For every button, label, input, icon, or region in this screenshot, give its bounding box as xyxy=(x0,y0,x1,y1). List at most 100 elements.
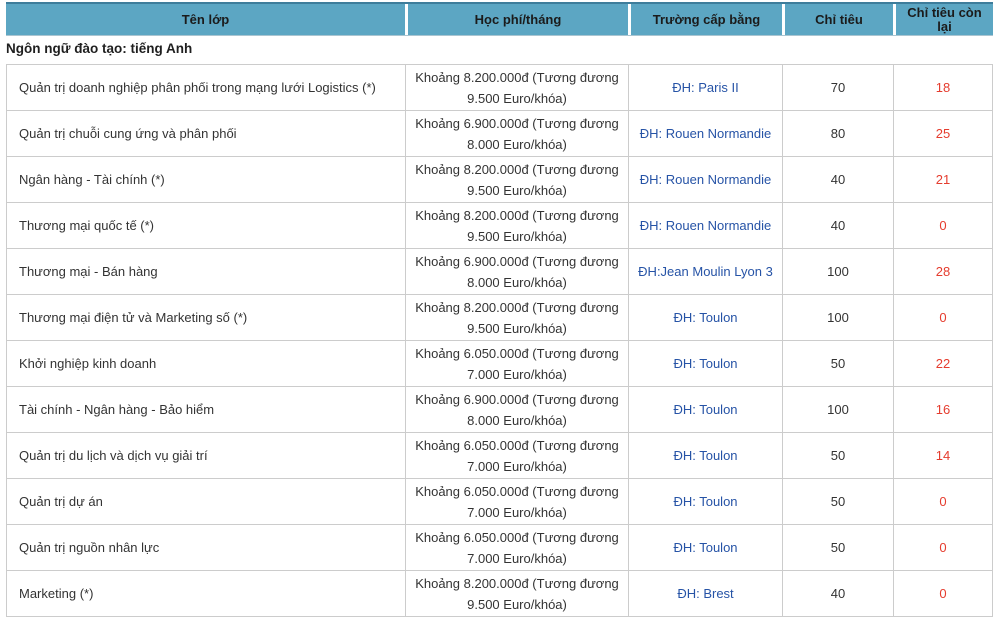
tuition-line2: 7.000 Euro/khóa) xyxy=(467,548,567,569)
table-row: Khởi nghiệp kinh doanh Khoảng 6.050.000đ… xyxy=(6,341,993,387)
table-row: Quản trị chuỗi cung ứng và phân phối Kho… xyxy=(6,111,993,157)
tuition-cell: Khoảng 6.050.000đ (Tương đương7.000 Euro… xyxy=(405,525,628,570)
column-header-tuition-per-month: Học phí/tháng xyxy=(405,4,628,35)
university-link[interactable]: ĐH:Jean Moulin Lyon 3 xyxy=(628,249,782,294)
remaining-quota-cell: 14 xyxy=(893,433,993,478)
quota-cell: 50 xyxy=(782,479,893,524)
table-row: Quản trị doanh nghiệp phân phối trong mạ… xyxy=(6,65,993,111)
tuition-table-page: Tên lớp Học phí/tháng Trường cấp bằng Ch… xyxy=(0,0,1000,625)
remaining-quota-cell: 18 xyxy=(893,65,993,110)
tuition-line1: Khoảng 6.050.000đ (Tương đương xyxy=(415,435,619,456)
university-link[interactable]: ĐH: Brest xyxy=(628,571,782,616)
tuition-cell: Khoảng 6.050.000đ (Tương đương7.000 Euro… xyxy=(405,479,628,524)
remaining-quota-cell: 0 xyxy=(893,203,993,248)
class-name-cell: Quản trị chuỗi cung ứng và phân phối xyxy=(6,111,405,156)
table-row: Ngân hàng - Tài chính (*) Khoảng 8.200.0… xyxy=(6,157,993,203)
class-name-cell: Thương mại - Bán hàng xyxy=(6,249,405,294)
table-header-row: Tên lớp Học phí/tháng Trường cấp bằng Ch… xyxy=(6,2,993,36)
table-row: Thương mại quốc tế (*) Khoảng 8.200.000đ… xyxy=(6,203,993,249)
table-row: Quản trị du lịch và dịch vụ giải trí Kho… xyxy=(6,433,993,479)
remaining-quota-cell: 0 xyxy=(893,295,993,340)
remaining-quota-cell: 25 xyxy=(893,111,993,156)
tuition-cell: Khoảng 8.200.000đ (Tương đương9.500 Euro… xyxy=(405,571,628,616)
class-name-cell: Thương mại điện tử và Marketing số (*) xyxy=(6,295,405,340)
tuition-cell: Khoảng 6.900.000đ (Tương đương8.000 Euro… xyxy=(405,387,628,432)
tuition-line2: 9.500 Euro/khóa) xyxy=(467,318,567,339)
class-name-cell: Ngân hàng - Tài chính (*) xyxy=(6,157,405,202)
tuition-cell: Khoảng 6.900.000đ (Tương đương8.000 Euro… xyxy=(405,249,628,294)
column-header-remaining-quota: Chỉ tiêu còn lại xyxy=(893,4,993,35)
tuition-line2: 8.000 Euro/khóa) xyxy=(467,134,567,155)
table-row: Marketing (*) Khoảng 8.200.000đ (Tương đ… xyxy=(6,571,993,617)
training-language-section-label: Ngôn ngữ đào tạo: tiếng Anh xyxy=(6,41,192,56)
university-link[interactable]: ĐH: Toulon xyxy=(628,341,782,386)
tuition-line2: 9.500 Euro/khóa) xyxy=(467,88,567,109)
table-row: Thương mại - Bán hàng Khoảng 6.900.000đ … xyxy=(6,249,993,295)
tuition-cell: Khoảng 8.200.000đ (Tương đương9.500 Euro… xyxy=(405,295,628,340)
university-link[interactable]: ĐH: Toulon xyxy=(628,295,782,340)
tuition-line1: Khoảng 6.050.000đ (Tương đương xyxy=(415,343,619,364)
quota-cell: 50 xyxy=(782,433,893,478)
university-link[interactable]: ĐH: Paris II xyxy=(628,65,782,110)
tuition-line2: 8.000 Euro/khóa) xyxy=(467,410,567,431)
class-name-cell: Marketing (*) xyxy=(6,571,405,616)
tuition-line2: 9.500 Euro/khóa) xyxy=(467,226,567,247)
quota-cell: 80 xyxy=(782,111,893,156)
quota-cell: 100 xyxy=(782,295,893,340)
tuition-line1: Khoảng 8.200.000đ (Tương đương xyxy=(415,159,619,180)
remaining-quota-cell: 28 xyxy=(893,249,993,294)
class-name-cell: Tài chính - Ngân hàng - Bảo hiểm xyxy=(6,387,405,432)
column-header-degree-school: Trường cấp bằng xyxy=(628,4,782,35)
remaining-quota-cell: 16 xyxy=(893,387,993,432)
tuition-line1: Khoảng 8.200.000đ (Tương đương xyxy=(415,297,619,318)
tuition-line2: 9.500 Euro/khóa) xyxy=(467,594,567,615)
tuition-line1: Khoảng 8.200.000đ (Tương đương xyxy=(415,67,619,88)
remaining-quota-cell: 0 xyxy=(893,571,993,616)
table-row: Quản trị dự án Khoảng 6.050.000đ (Tương … xyxy=(6,479,993,525)
table-row: Tài chính - Ngân hàng - Bảo hiểm Khoảng … xyxy=(6,387,993,433)
class-name-cell: Quản trị nguồn nhân lực xyxy=(6,525,405,570)
tuition-cell: Khoảng 8.200.000đ (Tương đương9.500 Euro… xyxy=(405,65,628,110)
remaining-quota-cell: 22 xyxy=(893,341,993,386)
class-name-cell: Thương mại quốc tế (*) xyxy=(6,203,405,248)
tuition-line2: 8.000 Euro/khóa) xyxy=(467,272,567,293)
tuition-line1: Khoảng 8.200.000đ (Tương đương xyxy=(415,205,619,226)
tuition-line2: 7.000 Euro/khóa) xyxy=(467,364,567,385)
university-link[interactable]: ĐH: Toulon xyxy=(628,479,782,524)
university-link[interactable]: ĐH: Toulon xyxy=(628,387,782,432)
university-link[interactable]: ĐH: Rouen Normandie xyxy=(628,157,782,202)
class-name-cell: Khởi nghiệp kinh doanh xyxy=(6,341,405,386)
tuition-line2: 7.000 Euro/khóa) xyxy=(467,456,567,477)
quota-cell: 100 xyxy=(782,249,893,294)
tuition-cell: Khoảng 6.900.000đ (Tương đương8.000 Euro… xyxy=(405,111,628,156)
tuition-line1: Khoảng 6.900.000đ (Tương đương xyxy=(415,251,619,272)
quota-cell: 50 xyxy=(782,341,893,386)
tuition-line2: 7.000 Euro/khóa) xyxy=(467,502,567,523)
tuition-cell: Khoảng 8.200.000đ (Tương đương9.500 Euro… xyxy=(405,203,628,248)
quota-cell: 100 xyxy=(782,387,893,432)
tuition-line1: Khoảng 8.200.000đ (Tương đương xyxy=(415,573,619,594)
tuition-line2: 9.500 Euro/khóa) xyxy=(467,180,567,201)
table-row: Quản trị nguồn nhân lực Khoảng 6.050.000… xyxy=(6,525,993,571)
tuition-line1: Khoảng 6.900.000đ (Tương đương xyxy=(415,113,619,134)
quota-cell: 50 xyxy=(782,525,893,570)
class-name-cell: Quản trị dự án xyxy=(6,479,405,524)
remaining-quota-cell: 0 xyxy=(893,525,993,570)
quota-cell: 40 xyxy=(782,203,893,248)
quota-cell: 70 xyxy=(782,65,893,110)
quota-cell: 40 xyxy=(782,571,893,616)
remaining-quota-cell: 21 xyxy=(893,157,993,202)
tuition-cell: Khoảng 6.050.000đ (Tương đương7.000 Euro… xyxy=(405,341,628,386)
table-row: Thương mại điện tử và Marketing số (*) K… xyxy=(6,295,993,341)
quota-cell: 40 xyxy=(782,157,893,202)
class-name-cell: Quản trị doanh nghiệp phân phối trong mạ… xyxy=(6,65,405,110)
university-link[interactable]: ĐH: Toulon xyxy=(628,525,782,570)
tuition-line1: Khoảng 6.050.000đ (Tương đương xyxy=(415,527,619,548)
remaining-quota-cell: 0 xyxy=(893,479,993,524)
tuition-cell: Khoảng 6.050.000đ (Tương đương7.000 Euro… xyxy=(405,433,628,478)
class-name-cell: Quản trị du lịch và dịch vụ giải trí xyxy=(6,433,405,478)
university-link[interactable]: ĐH: Rouen Normandie xyxy=(628,111,782,156)
column-header-class-name: Tên lớp xyxy=(6,4,405,35)
university-link[interactable]: ĐH: Toulon xyxy=(628,433,782,478)
university-link[interactable]: ĐH: Rouen Normandie xyxy=(628,203,782,248)
